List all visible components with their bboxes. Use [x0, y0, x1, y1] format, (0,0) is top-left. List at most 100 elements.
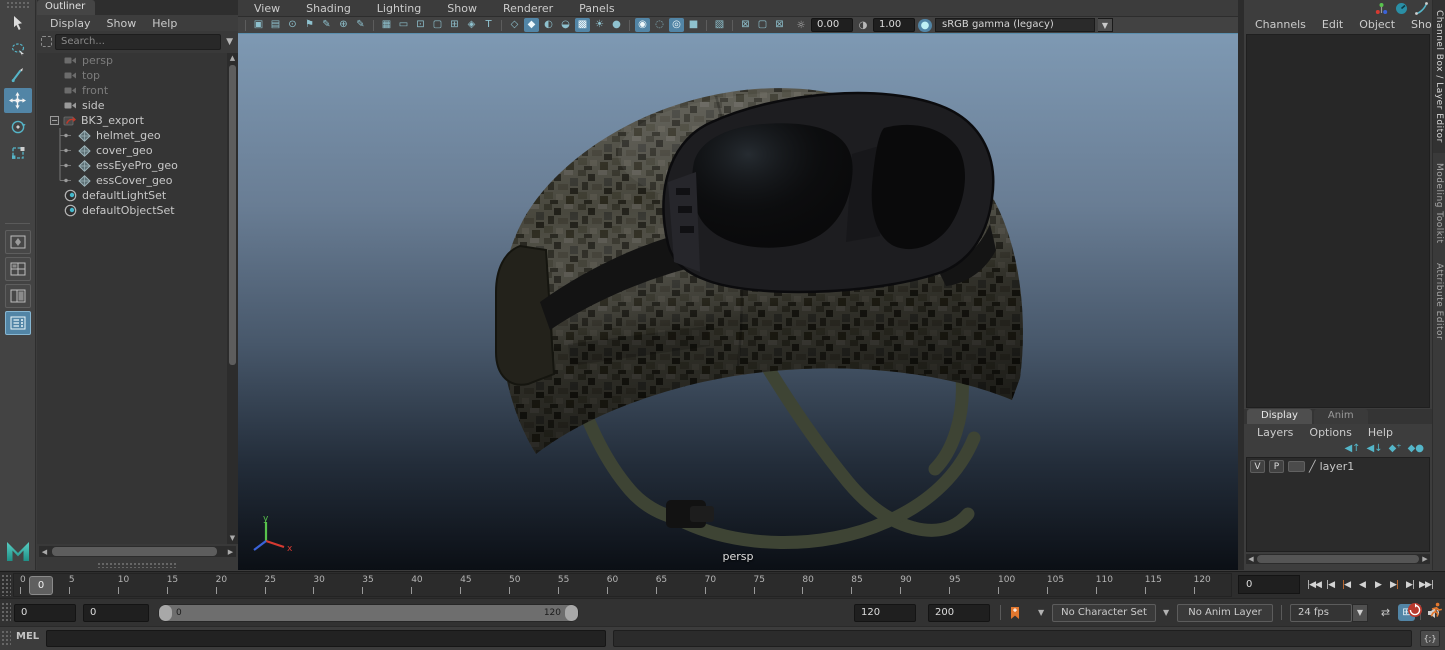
anti-alias-icon[interactable]: ◎ [669, 18, 684, 32]
outliner-horizontal-scrollbar[interactable]: ◀ ▶ [39, 546, 236, 557]
outliner-item-helmet-geo[interactable]: helmet_geo [37, 128, 227, 143]
tab-display[interactable]: Display [1247, 409, 1312, 424]
scroll-left-icon[interactable]: ◀ [39, 548, 50, 556]
toolbox-grip[interactable] [6, 1, 29, 9]
viewport-canvas[interactable]: y x persp [238, 33, 1238, 570]
grid-icon[interactable]: ▦ [379, 18, 394, 32]
scrollbar-thumb[interactable] [1257, 555, 1419, 563]
channel-hyperbolic-icon[interactable] [1415, 2, 1428, 15]
grease-pencil-icon[interactable]: ✎ [319, 18, 334, 32]
outliner-menu-help[interactable]: Help [145, 17, 184, 30]
gamma-field[interactable]: 1.00 [873, 18, 915, 32]
outliner-item-defaultobjectset[interactable]: defaultObjectSet [37, 203, 227, 218]
outliner-search-input[interactable]: Search... [55, 34, 221, 50]
lights-icon[interactable]: ☀ [592, 18, 607, 32]
viewport-menu-shading[interactable]: Shading [299, 2, 358, 15]
range-slider-grip[interactable] [1, 602, 11, 623]
playback-end-field[interactable]: 120 [854, 604, 916, 622]
layer-editor-menu-help[interactable]: Help [1361, 426, 1400, 439]
command-line-grip[interactable] [1, 630, 11, 647]
outliner-menu-show[interactable]: Show [100, 17, 144, 30]
pane-maximize-icon[interactable]: ▢ [755, 18, 770, 32]
layout-outliner-persp-button[interactable] [5, 311, 31, 335]
command-input[interactable] [46, 630, 606, 647]
exposure-field[interactable]: 0.00 [811, 18, 853, 32]
exposure-icon[interactable]: ☼ [794, 20, 808, 31]
colorspace-dropdown[interactable]: sRGB gamma (legacy) [935, 18, 1095, 32]
play-backwards-button[interactable]: ◀ [1354, 580, 1370, 590]
field-chart-icon[interactable]: ⊞ [447, 18, 462, 32]
outliner-item-esscover-geo[interactable]: essCover_geo [37, 173, 227, 188]
scroll-up-icon[interactable]: ▲ [227, 53, 238, 64]
timeline-ticks[interactable]: 0 05101520253035404550556065707580859095… [13, 573, 1232, 597]
outliner-item-defaultlightset[interactable]: defaultLightSet [37, 188, 227, 203]
safe-action-icon[interactable]: ◈ [464, 18, 479, 32]
layout-four-pane-button[interactable] [5, 257, 31, 281]
select-tool[interactable] [4, 10, 32, 35]
step-forward-key-button[interactable]: ▶| [1386, 580, 1402, 590]
paint-select-tool[interactable] [4, 62, 32, 87]
layer-editor-scrollbar[interactable]: ◀ ▶ [1246, 554, 1430, 564]
layer-name[interactable]: layer1 [1320, 460, 1355, 473]
playback-loop-icon[interactable]: ⇄ [1377, 604, 1394, 621]
step-forward-frame-button[interactable]: ▶| [1402, 580, 1418, 590]
pane-layout-icon[interactable]: ⊠ [738, 18, 753, 32]
move-layer-down-icon[interactable]: ◀↓ [1367, 443, 1383, 454]
tab-anim[interactable]: Anim [1314, 409, 1368, 424]
animation-end-field[interactable]: 200 [928, 604, 990, 622]
step-back-frame-button[interactable]: |◀ [1322, 580, 1338, 590]
right-tab-channel-box-layer-editor[interactable]: Channel Box / Layer Editor [1433, 0, 1445, 153]
auto-keyframe-icon[interactable] [1407, 602, 1423, 621]
play-forward-button[interactable]: ▶ [1370, 580, 1386, 590]
move-tool[interactable] [4, 88, 32, 113]
scroll-down-icon[interactable]: ▼ [227, 533, 238, 544]
lock-camera-icon[interactable]: ▤ [268, 18, 283, 32]
scrollbar-thumb[interactable] [229, 65, 236, 365]
range-slider[interactable]: 0 120 [158, 604, 579, 622]
right-tab-modeling-toolkit[interactable]: Modeling Toolkit [1433, 153, 1445, 254]
new-empty-layer-icon[interactable]: ◆⁺ [1389, 443, 1402, 454]
layout-single-pane-button[interactable] [5, 230, 31, 254]
wireframe-icon[interactable]: ◇ [507, 18, 522, 32]
material-icon[interactable]: ◒ [558, 18, 573, 32]
scroll-right-icon[interactable]: ▶ [1420, 555, 1430, 563]
shadows-icon[interactable]: ● [609, 18, 624, 32]
animation-preferences-icon[interactable] [1429, 602, 1443, 621]
anim-layer-dropdown[interactable]: No Anim Layer [1177, 604, 1273, 622]
layer-playback-toggle[interactable]: P [1269, 460, 1284, 473]
layer-row[interactable]: V P ╱ layer1 [1247, 458, 1429, 475]
lasso-select-tool[interactable] [4, 36, 32, 61]
channel-box-menu-edit[interactable]: Edit [1315, 18, 1350, 31]
scrollbar-thumb[interactable] [52, 547, 217, 556]
color-management-icon[interactable]: ● [918, 19, 932, 32]
outliner-item-side[interactable]: side [37, 98, 227, 113]
right-tab-attribute-editor[interactable]: Attribute Editor [1433, 253, 1445, 350]
rotate-tool[interactable] [4, 114, 32, 139]
expand-toggle-icon[interactable]: − [50, 116, 59, 125]
film-gate-icon[interactable]: ▭ [396, 18, 411, 32]
range-end-handle[interactable] [565, 605, 578, 621]
move-layer-up-icon[interactable]: ◀↑ [1344, 443, 1360, 454]
current-frame-field[interactable]: 0 [1238, 575, 1300, 594]
viewport-menu-show[interactable]: Show [440, 2, 484, 15]
outliner-vertical-scrollbar[interactable]: ▲ ▼ [227, 53, 238, 544]
channel-manip-icon[interactable] [1375, 2, 1388, 15]
range-start-handle[interactable] [159, 605, 172, 621]
colorspace-caret-icon[interactable]: ▼ [1098, 18, 1113, 32]
motion-blur-icon[interactable]: ◌ [652, 18, 667, 32]
viewport-menu-panels[interactable]: Panels [572, 2, 621, 15]
marking-pencil-icon[interactable]: ✎ [353, 18, 368, 32]
checker-icon[interactable]: ▩ [575, 18, 590, 32]
search-options-dropdown-icon[interactable]: ▼ [224, 37, 235, 47]
scale-tool[interactable] [4, 140, 32, 165]
viewport-menu-lighting[interactable]: Lighting [370, 2, 428, 15]
character-set-caret-icon[interactable]: ▼ [1038, 608, 1044, 617]
outliner-item-persp[interactable]: persp [37, 53, 227, 68]
smooth-shade-icon[interactable]: ◆ [524, 18, 539, 32]
channel-speed-icon[interactable] [1395, 2, 1408, 15]
layer-editor-menu-layers[interactable]: Layers [1250, 426, 1300, 439]
scroll-left-icon[interactable]: ◀ [1246, 555, 1256, 563]
character-set-dropdown[interactable]: No Character Set [1052, 604, 1156, 622]
go-to-start-button[interactable]: |◀◀ [1306, 580, 1322, 590]
channel-box-menu-object[interactable]: Object [1352, 18, 1402, 31]
